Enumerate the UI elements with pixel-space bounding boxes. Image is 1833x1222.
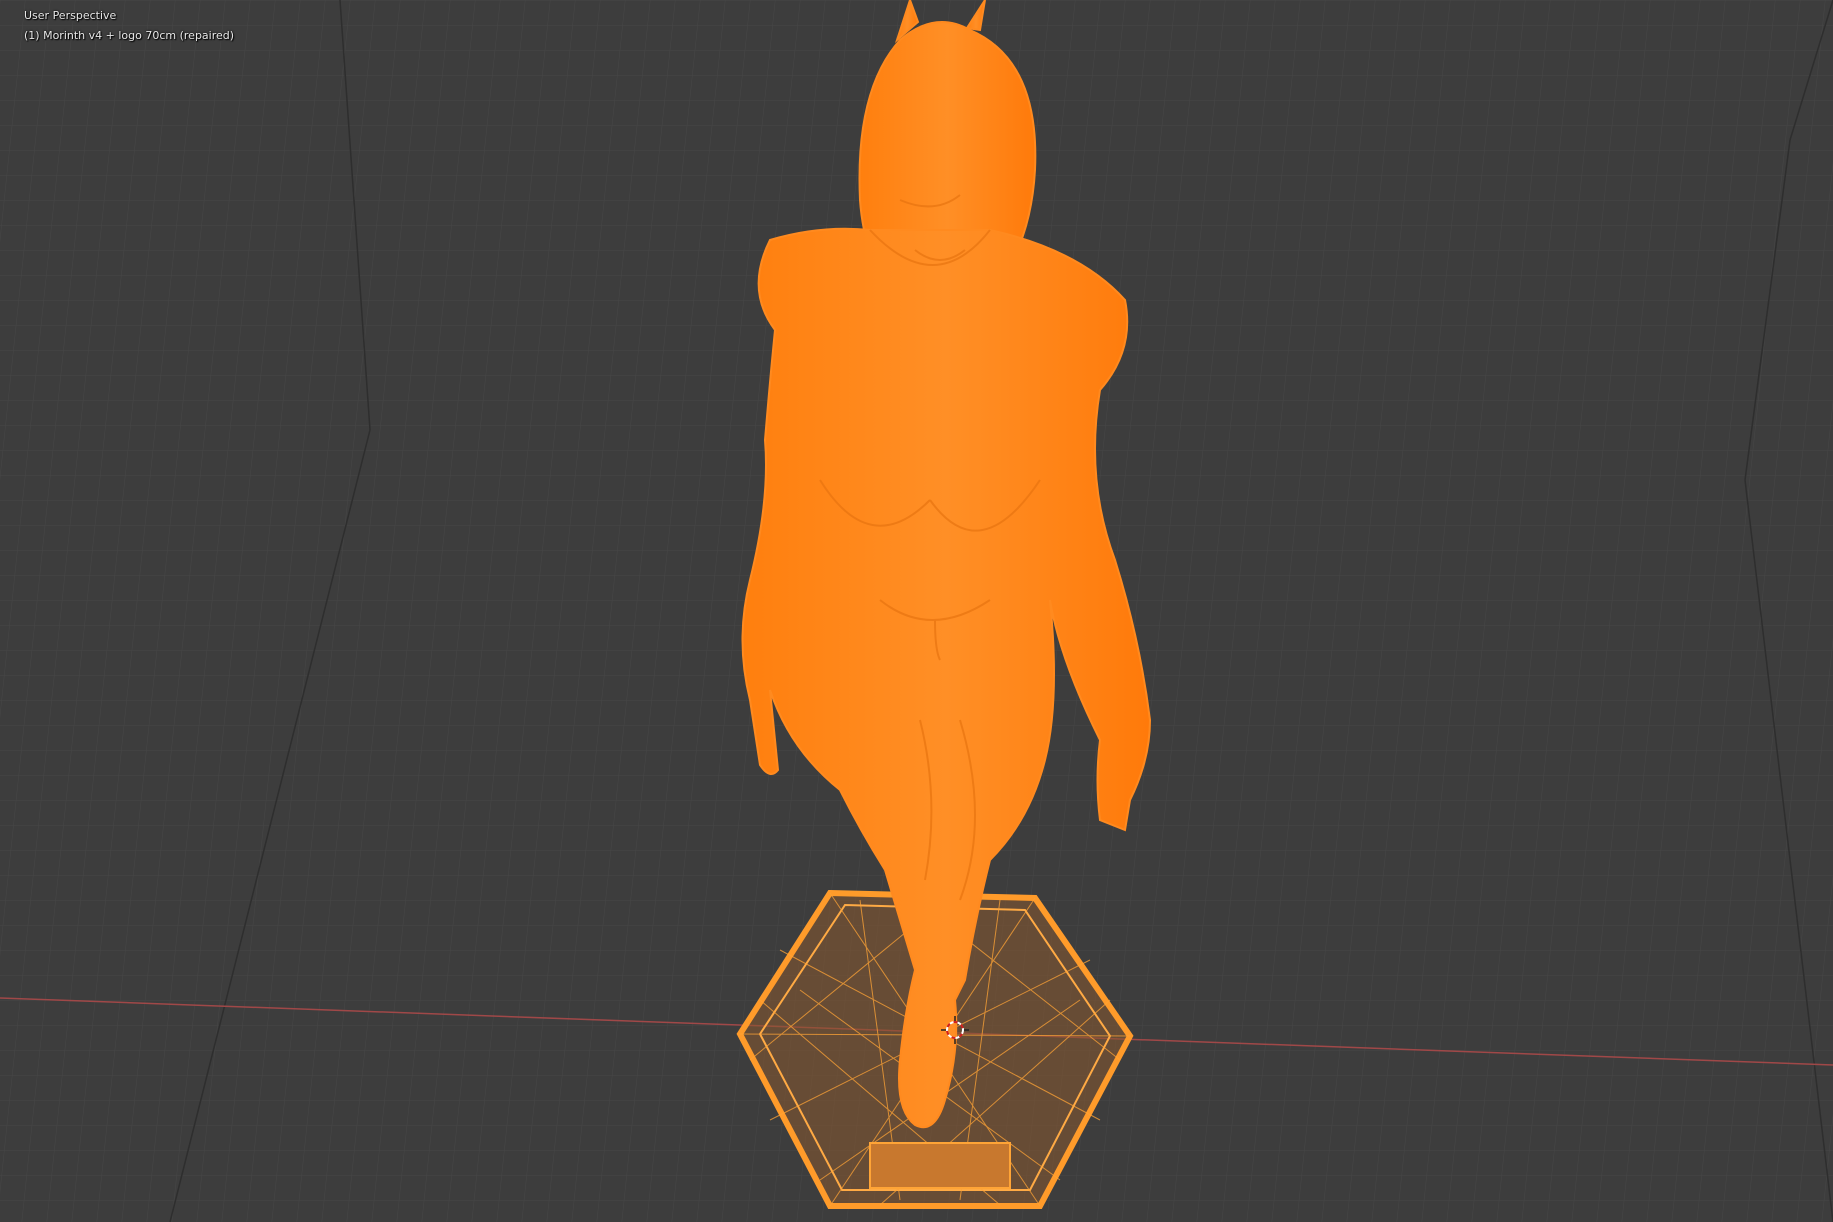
3d-viewport[interactable]: User Perspective (1) Morinth v4 + logo 7…: [0, 0, 1833, 1222]
logo-plate: [869, 1142, 1011, 1189]
viewport-canvas[interactable]: [0, 0, 1833, 1222]
